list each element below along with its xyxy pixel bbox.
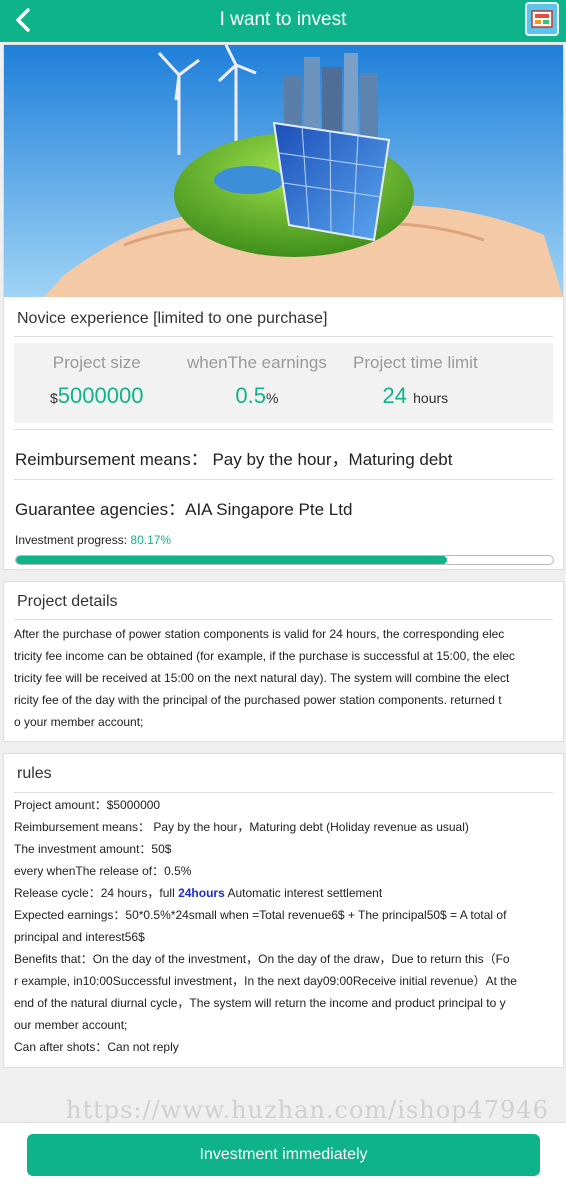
project-stats: Project size $5000000 whenThe earnings 0… bbox=[14, 343, 553, 423]
progress-label: Investment progress: 80.17% bbox=[15, 533, 171, 547]
top-bar: I want to invest bbox=[0, 0, 566, 42]
divider bbox=[14, 479, 553, 480]
stat-project-size: Project size $5000000 bbox=[50, 353, 143, 409]
project-details-card: Project details After the purchase of po… bbox=[3, 581, 564, 742]
banner-image bbox=[4, 45, 563, 297]
time-unit: hours bbox=[413, 390, 449, 406]
guarantee-agencies: Guarantee agencies：AIA Singapore Pte Ltd bbox=[15, 500, 353, 519]
divider bbox=[14, 619, 553, 620]
section-title: Project details bbox=[17, 593, 118, 610]
rule-line: every whenThe release of：0.5% bbox=[14, 864, 192, 878]
bottom-bar: Investment immediately bbox=[0, 1122, 566, 1184]
rule-line: Reimbursement means： Pay by the hour，Mat… bbox=[14, 820, 469, 834]
progress-fill bbox=[16, 556, 447, 564]
rule-highlight: 24hours bbox=[178, 886, 225, 900]
rule-line: end of the natural diurnal cycle，The sys… bbox=[14, 996, 506, 1010]
rule-text: Automatic interest settlement bbox=[224, 886, 383, 900]
earnings-value: 0.5 bbox=[235, 383, 266, 408]
earnings-unit: % bbox=[266, 390, 279, 406]
stat-value: 24 hours bbox=[353, 383, 478, 409]
invest-now-button[interactable]: Investment immediately bbox=[27, 1134, 540, 1176]
stat-label: Project size bbox=[52, 353, 141, 372]
stat-value: 0.5% bbox=[187, 383, 327, 409]
progress-bar bbox=[15, 555, 554, 565]
details-line: o your member account; bbox=[14, 715, 144, 729]
rule-line: principal and interest56$ bbox=[14, 930, 145, 944]
details-line: tricity fee will be received at 15:00 on… bbox=[14, 671, 510, 685]
reimbursement-means: Reimbursement means： Pay by the hour，Mat… bbox=[15, 450, 453, 469]
stat-earnings: whenThe earnings 0.5% bbox=[187, 353, 327, 409]
section-title: rules bbox=[17, 765, 52, 782]
rule-line: Can after shots：Can not reply bbox=[14, 1040, 179, 1054]
rule-line: The investment amount：50$ bbox=[14, 842, 172, 856]
divider bbox=[14, 429, 553, 430]
rule-line: our member account; bbox=[14, 1018, 128, 1032]
project-name: Novice experience [limited to one purcha… bbox=[17, 310, 328, 327]
app-icon[interactable] bbox=[525, 2, 559, 36]
rule-line-release-cycle: Release cycle：24 hours，full 24hours Auto… bbox=[14, 882, 553, 904]
divider bbox=[14, 792, 553, 793]
currency-symbol: $ bbox=[50, 390, 58, 406]
details-line: tricity fee income can be obtained (for … bbox=[14, 649, 515, 663]
stat-label: Project time limit bbox=[353, 353, 478, 372]
rule-line: Benefits that：On the day of the investme… bbox=[14, 952, 510, 966]
progress-percent: 80.17% bbox=[130, 533, 172, 547]
project-size-value: 5000000 bbox=[57, 383, 144, 408]
rule-line: Project amount：$5000000 bbox=[14, 798, 161, 812]
details-text: After the purchase of power station comp… bbox=[14, 623, 553, 733]
rules-text: Project amount：$5000000 Reimbursement me… bbox=[14, 794, 553, 1058]
time-value: 24 bbox=[382, 383, 407, 408]
rule-text: Release cycle：24 hours，full bbox=[14, 886, 179, 900]
watermark: https://www.huzhan.com/ishop47946 bbox=[66, 1096, 549, 1124]
rules-card: rules Project amount：$5000000 Reimbursem… bbox=[3, 753, 564, 1068]
project-card: Novice experience [limited to one purcha… bbox=[3, 44, 564, 570]
stat-value: $5000000 bbox=[50, 383, 143, 409]
details-line: After the purchase of power station comp… bbox=[14, 627, 505, 641]
stat-label: whenThe earnings bbox=[187, 353, 327, 372]
page-title: I want to invest bbox=[219, 9, 347, 30]
rule-line: r example, in10:00Successful investment，… bbox=[14, 974, 517, 988]
stat-time-limit: Project time limit 24 hours bbox=[353, 353, 478, 409]
details-line: ricity fee of the day with the principal… bbox=[14, 693, 502, 707]
divider bbox=[14, 336, 553, 337]
progress-caption: Investment progress: bbox=[15, 533, 128, 547]
rule-line: Expected earnings：50*0.5%*24small when =… bbox=[14, 908, 507, 922]
